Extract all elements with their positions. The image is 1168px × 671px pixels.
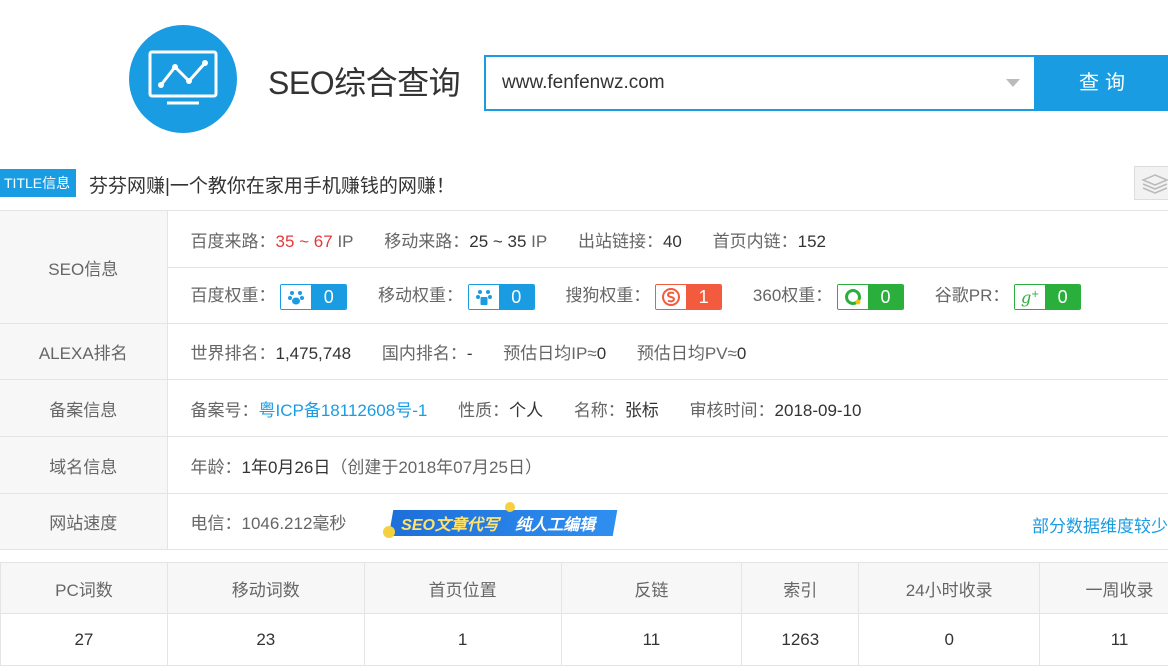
mobile-keywords-value[interactable]: 23 (166, 613, 365, 666)
domestic-rank-label: 国内排名： (381, 344, 467, 363)
audit-time-value: 2018-09-10 (774, 400, 862, 420)
indexed-24h-value[interactable]: 0 (858, 613, 1041, 666)
indexed-week-value[interactable]: 11 (1039, 613, 1168, 666)
inlinks-label: 首页内链： (712, 231, 798, 251)
world-rank-value: 1,475,748 (275, 344, 352, 363)
search-input[interactable] (486, 57, 986, 109)
seo-writing-promo-banner[interactable]: SEO文章代写 纯人工编辑 (383, 501, 618, 538)
paw-mobile-icon (468, 284, 499, 309)
domain-label: 域名信息 (0, 436, 168, 494)
promo-left-text: SEO文章代写 (401, 516, 499, 534)
icp-no-link[interactable]: 粤ICP备18112608号-1 (259, 401, 428, 420)
nature-value: 个人 (509, 400, 544, 420)
domestic-rank-value: - (466, 344, 473, 363)
name-value: 张标 (624, 400, 659, 420)
seo-label: SEO信息 (0, 210, 168, 324)
promo-dot-top (505, 501, 516, 512)
baidu-traffic-value: 35 ~ 67 (275, 231, 333, 251)
promo-right-text: 纯人工编辑 (515, 516, 596, 534)
google-plus-icon: g + (1015, 284, 1046, 309)
stats-header: 移动词数 (166, 562, 365, 614)
360-icon (838, 284, 869, 309)
audit-time-label: 审核时间： (689, 400, 775, 420)
icp-label: 备案信息 (0, 379, 168, 437)
daily-ip-value: 0 (596, 344, 607, 363)
baidu-traffic-label: 百度来路： (190, 231, 276, 251)
svg-text:+: + (1031, 289, 1039, 300)
stats-header: PC词数 (0, 562, 168, 614)
telecom-value: 1046.212毫秒 (241, 514, 347, 533)
stats-header: 反链 (560, 562, 743, 614)
partial-data-link[interactable]: 部分数据维度较少 (1032, 512, 1168, 537)
google-pr-badge[interactable]: g + 0 (1014, 283, 1082, 310)
info-table: SEO信息 百度来路：35 ~ 67 IP 移动来路：25 ~ 35 IP 出站… (0, 210, 1168, 550)
360-weight-label: 360权重： (752, 286, 833, 306)
brand-title: SEO综合查询 (268, 65, 461, 101)
baidu-traffic-unit: IP (337, 231, 354, 251)
title-info-row: TITLE信息 芬芬网赚|一个教你在家用手机赚钱的网赚！ (0, 167, 1168, 201)
alexa-label: ALEXA排名 (0, 323, 168, 380)
sogou-weight-label: 搜狗权重： (565, 286, 651, 306)
dropdown-caret-icon[interactable] (1006, 79, 1020, 87)
svg-text:g: g (1021, 288, 1031, 307)
telecom-label: 电信： (190, 514, 242, 533)
sogou-icon (656, 284, 687, 309)
360-weight-badge[interactable]: 0 (837, 283, 905, 310)
speed-label: 网站速度 (0, 493, 168, 550)
baidu-weight-badge[interactable]: 0 (280, 283, 348, 310)
outlinks-label: 出站链接： (577, 231, 663, 251)
created-date: （创建于2018年07月25日） (330, 457, 542, 477)
index-value[interactable]: 1263 (741, 613, 860, 666)
world-rank-label: 世界排名： (190, 344, 276, 363)
backlinks-value[interactable]: 11 (560, 613, 743, 666)
monitor-chart-icon (148, 50, 218, 105)
outlinks-value[interactable]: 40 (663, 232, 682, 251)
google-pr-value: 0 (1045, 284, 1081, 309)
daily-pv-label: 预估日均PV≈ (636, 344, 737, 363)
layers-icon[interactable] (1134, 166, 1168, 200)
promo-dot-left (383, 525, 396, 538)
daily-ip-label: 预估日均IP≈ (503, 344, 597, 363)
search-button[interactable]: 查询 (1035, 55, 1168, 111)
mobile-weight-value: 0 (498, 284, 534, 309)
inlinks-value[interactable]: 152 (798, 232, 826, 251)
stats-header-row: PC词数 移动词数 首页位置 反链 索引 24小时收录 一周收录 (0, 562, 1168, 614)
stats-table: PC词数 移动词数 首页位置 反链 索引 24小时收录 一周收录 27 23 1… (0, 562, 1168, 666)
sogou-weight-badge[interactable]: 1 (655, 283, 723, 310)
google-pr-label: 谷歌PR： (934, 286, 1010, 306)
sogou-weight-value: 1 (686, 284, 722, 309)
stats-value-row: 27 23 1 11 1263 0 11 (0, 613, 1168, 666)
homepage-position-value: 1 (363, 613, 562, 666)
age-label: 年龄： (190, 457, 242, 477)
icp-no-label: 备案号： (190, 400, 259, 420)
title-badge: TITLE信息 (0, 169, 77, 197)
stats-header: 一周收录 (1039, 562, 1168, 614)
paw-icon (281, 284, 312, 309)
baidu-weight-value: 0 (311, 284, 347, 309)
logo (129, 25, 237, 133)
360-weight-value: 0 (868, 284, 904, 309)
mobile-traffic-unit: IP (531, 231, 548, 251)
title-text: 芬芬网赚|一个教你在家用手机赚钱的网赚！ (89, 176, 455, 197)
stats-header: 首页位置 (363, 562, 562, 614)
daily-pv-value: 0 (736, 344, 747, 363)
mobile-traffic-label: 移动来路： (384, 231, 470, 251)
stats-header: 索引 (741, 562, 860, 614)
nature-label: 性质： (458, 400, 510, 420)
mobile-traffic-value: 25 ~ 35 (469, 231, 527, 251)
stats-header: 24小时收录 (858, 562, 1041, 614)
age-value: 1年0月26日 (241, 457, 331, 477)
baidu-weight-label: 百度权重： (190, 286, 276, 306)
pc-keywords-value[interactable]: 27 (0, 613, 168, 666)
mobile-weight-label: 移动权重： (377, 286, 463, 306)
name-label: 名称： (573, 400, 625, 420)
mobile-weight-badge[interactable]: 0 (467, 283, 535, 310)
search-box[interactable] (484, 55, 1036, 111)
